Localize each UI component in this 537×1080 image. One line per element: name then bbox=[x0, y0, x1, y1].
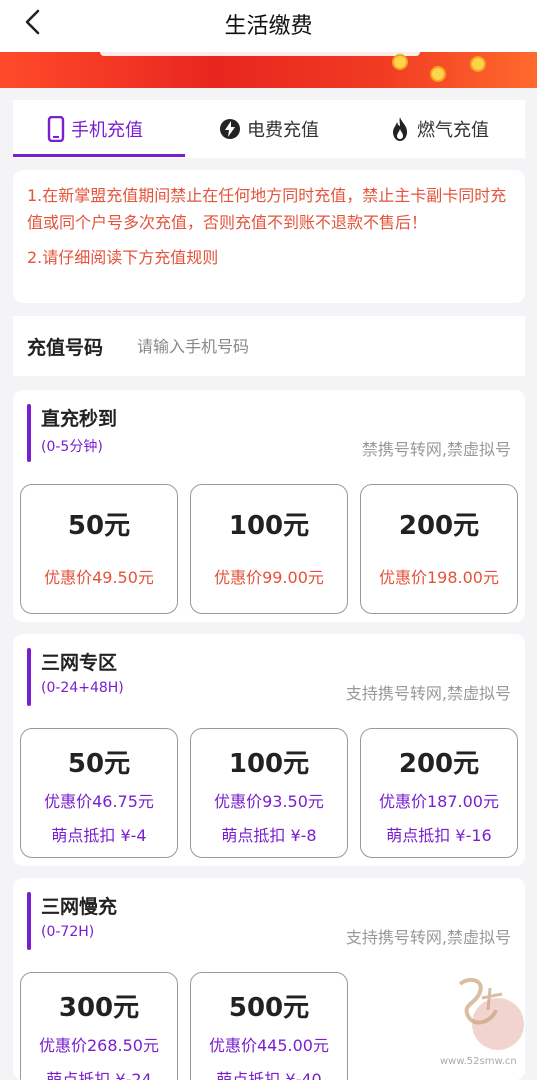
tab-gas-recharge[interactable]: 燃气充值 bbox=[389, 114, 489, 144]
page-title: 生活缴费 bbox=[224, 14, 313, 39]
banner-highlight bbox=[100, 52, 420, 56]
phone-number-row: 充值号码 bbox=[13, 316, 525, 376]
recharge-amount: 300元 bbox=[58, 993, 140, 1023]
tab-label: 电费充值 bbox=[247, 120, 319, 141]
section-title: 直充秒到 bbox=[41, 408, 118, 430]
points-deduction: 萌点抵扣 ¥-4 bbox=[51, 826, 147, 845]
coin-icon bbox=[392, 54, 408, 70]
section-note: 禁携号转网,禁虚拟号 bbox=[361, 440, 511, 459]
section-note: 支持携号转网,禁虚拟号 bbox=[345, 684, 511, 703]
site-watermark: www.52smw.cn bbox=[440, 970, 530, 1067]
points-deduction: 萌点抵扣 ¥-24 bbox=[46, 1070, 152, 1080]
recharge-amount: 50元 bbox=[67, 749, 131, 779]
promo-banner[interactable] bbox=[0, 52, 537, 88]
recharge-option-card[interactable]: 100元 优惠价99.00元 bbox=[190, 484, 348, 614]
recharge-notice: 1.在新掌盟充值期间禁止在任何地方同时充值，禁止主卡副卡同时充值或同个户号多次充… bbox=[13, 170, 525, 303]
phone-number-label: 充值号码 bbox=[27, 336, 104, 359]
section-title: 三网专区 bbox=[41, 652, 118, 674]
section-title: 三网慢充 bbox=[41, 896, 118, 918]
section-three-network: 三网专区 (0-24+48H) 支持携号转网,禁虚拟号 50元 优惠价46.75… bbox=[13, 634, 525, 866]
discount-price: 优惠价187.00元 bbox=[379, 792, 499, 811]
recharge-amount: 100元 bbox=[228, 511, 310, 541]
points-deduction: 萌点抵扣 ¥-8 bbox=[221, 826, 317, 845]
recharge-amount: 200元 bbox=[398, 749, 480, 779]
discount-price: 优惠价49.50元 bbox=[44, 568, 154, 587]
recharge-amount: 100元 bbox=[228, 749, 310, 779]
recharge-amount: 200元 bbox=[398, 511, 480, 541]
section-accent-bar bbox=[27, 648, 31, 706]
recharge-option-card[interactable]: 50元 优惠价49.50元 bbox=[20, 484, 178, 614]
recharge-tabs: 手机充值 电费充值 燃气充值 bbox=[13, 100, 525, 158]
points-deduction: 萌点抵扣 ¥-40 bbox=[216, 1070, 322, 1080]
tab-mobile-recharge[interactable]: 手机充值 bbox=[47, 114, 143, 144]
nav-bar: 生活缴费 bbox=[0, 0, 537, 52]
notice-line-1: 1.在新掌盟充值期间禁止在任何地方同时充值，禁止主卡副卡同时充值或同个户号多次充… bbox=[27, 186, 507, 232]
active-tab-indicator bbox=[13, 154, 185, 157]
notice-line-2: 2.请仔细阅读下方充值规则 bbox=[27, 248, 219, 267]
section-subtitle: (0-24+48H) bbox=[41, 680, 124, 696]
section-note: 支持携号转网,禁虚拟号 bbox=[345, 928, 511, 947]
tab-electricity-recharge[interactable]: 电费充值 bbox=[219, 114, 319, 144]
section-subtitle: (0-72H) bbox=[41, 924, 95, 940]
recharge-option-card[interactable]: 300元 优惠价268.50元 萌点抵扣 ¥-24 bbox=[20, 972, 178, 1080]
section-accent-bar bbox=[27, 404, 31, 462]
coin-icon bbox=[430, 66, 446, 82]
lightning-icon bbox=[220, 119, 240, 139]
phone-icon bbox=[47, 116, 65, 142]
discount-price: 优惠价93.50元 bbox=[214, 792, 324, 811]
recharge-option-card[interactable]: 50元 优惠价46.75元 萌点抵扣 ¥-4 bbox=[20, 728, 178, 858]
watermark-seal-icon bbox=[458, 977, 524, 1050]
recharge-option-card[interactable]: 100元 优惠价93.50元 萌点抵扣 ¥-8 bbox=[190, 728, 348, 858]
section-accent-bar bbox=[27, 892, 31, 950]
recharge-amount: 500元 bbox=[228, 993, 310, 1023]
phone-number-input[interactable] bbox=[137, 336, 477, 356]
recharge-option-card[interactable]: 500元 优惠价445.00元 萌点抵扣 ¥-40 bbox=[190, 972, 348, 1080]
section-direct-recharge: 直充秒到 (0-5分钟) 禁携号转网,禁虚拟号 50元 优惠价49.50元 10… bbox=[13, 390, 525, 622]
watermark-url: www.52smw.cn bbox=[440, 1056, 517, 1067]
discount-price: 优惠价46.75元 bbox=[44, 792, 154, 811]
section-subtitle: (0-5分钟) bbox=[41, 439, 103, 455]
recharge-amount: 50元 bbox=[67, 511, 131, 541]
tab-label: 燃气充值 bbox=[417, 120, 489, 141]
recharge-option-card[interactable]: 200元 优惠价187.00元 萌点抵扣 ¥-16 bbox=[360, 728, 518, 858]
coin-icon bbox=[470, 56, 486, 72]
recharge-option-card[interactable]: 200元 优惠价198.00元 bbox=[360, 484, 518, 614]
discount-price: 优惠价268.50元 bbox=[39, 1036, 159, 1055]
discount-price: 优惠价198.00元 bbox=[379, 568, 499, 587]
tab-label: 手机充值 bbox=[71, 120, 143, 141]
flame-icon bbox=[393, 117, 407, 141]
points-deduction: 萌点抵扣 ¥-16 bbox=[386, 826, 492, 845]
discount-price: 优惠价99.00元 bbox=[214, 568, 324, 587]
discount-price: 优惠价445.00元 bbox=[209, 1036, 329, 1055]
